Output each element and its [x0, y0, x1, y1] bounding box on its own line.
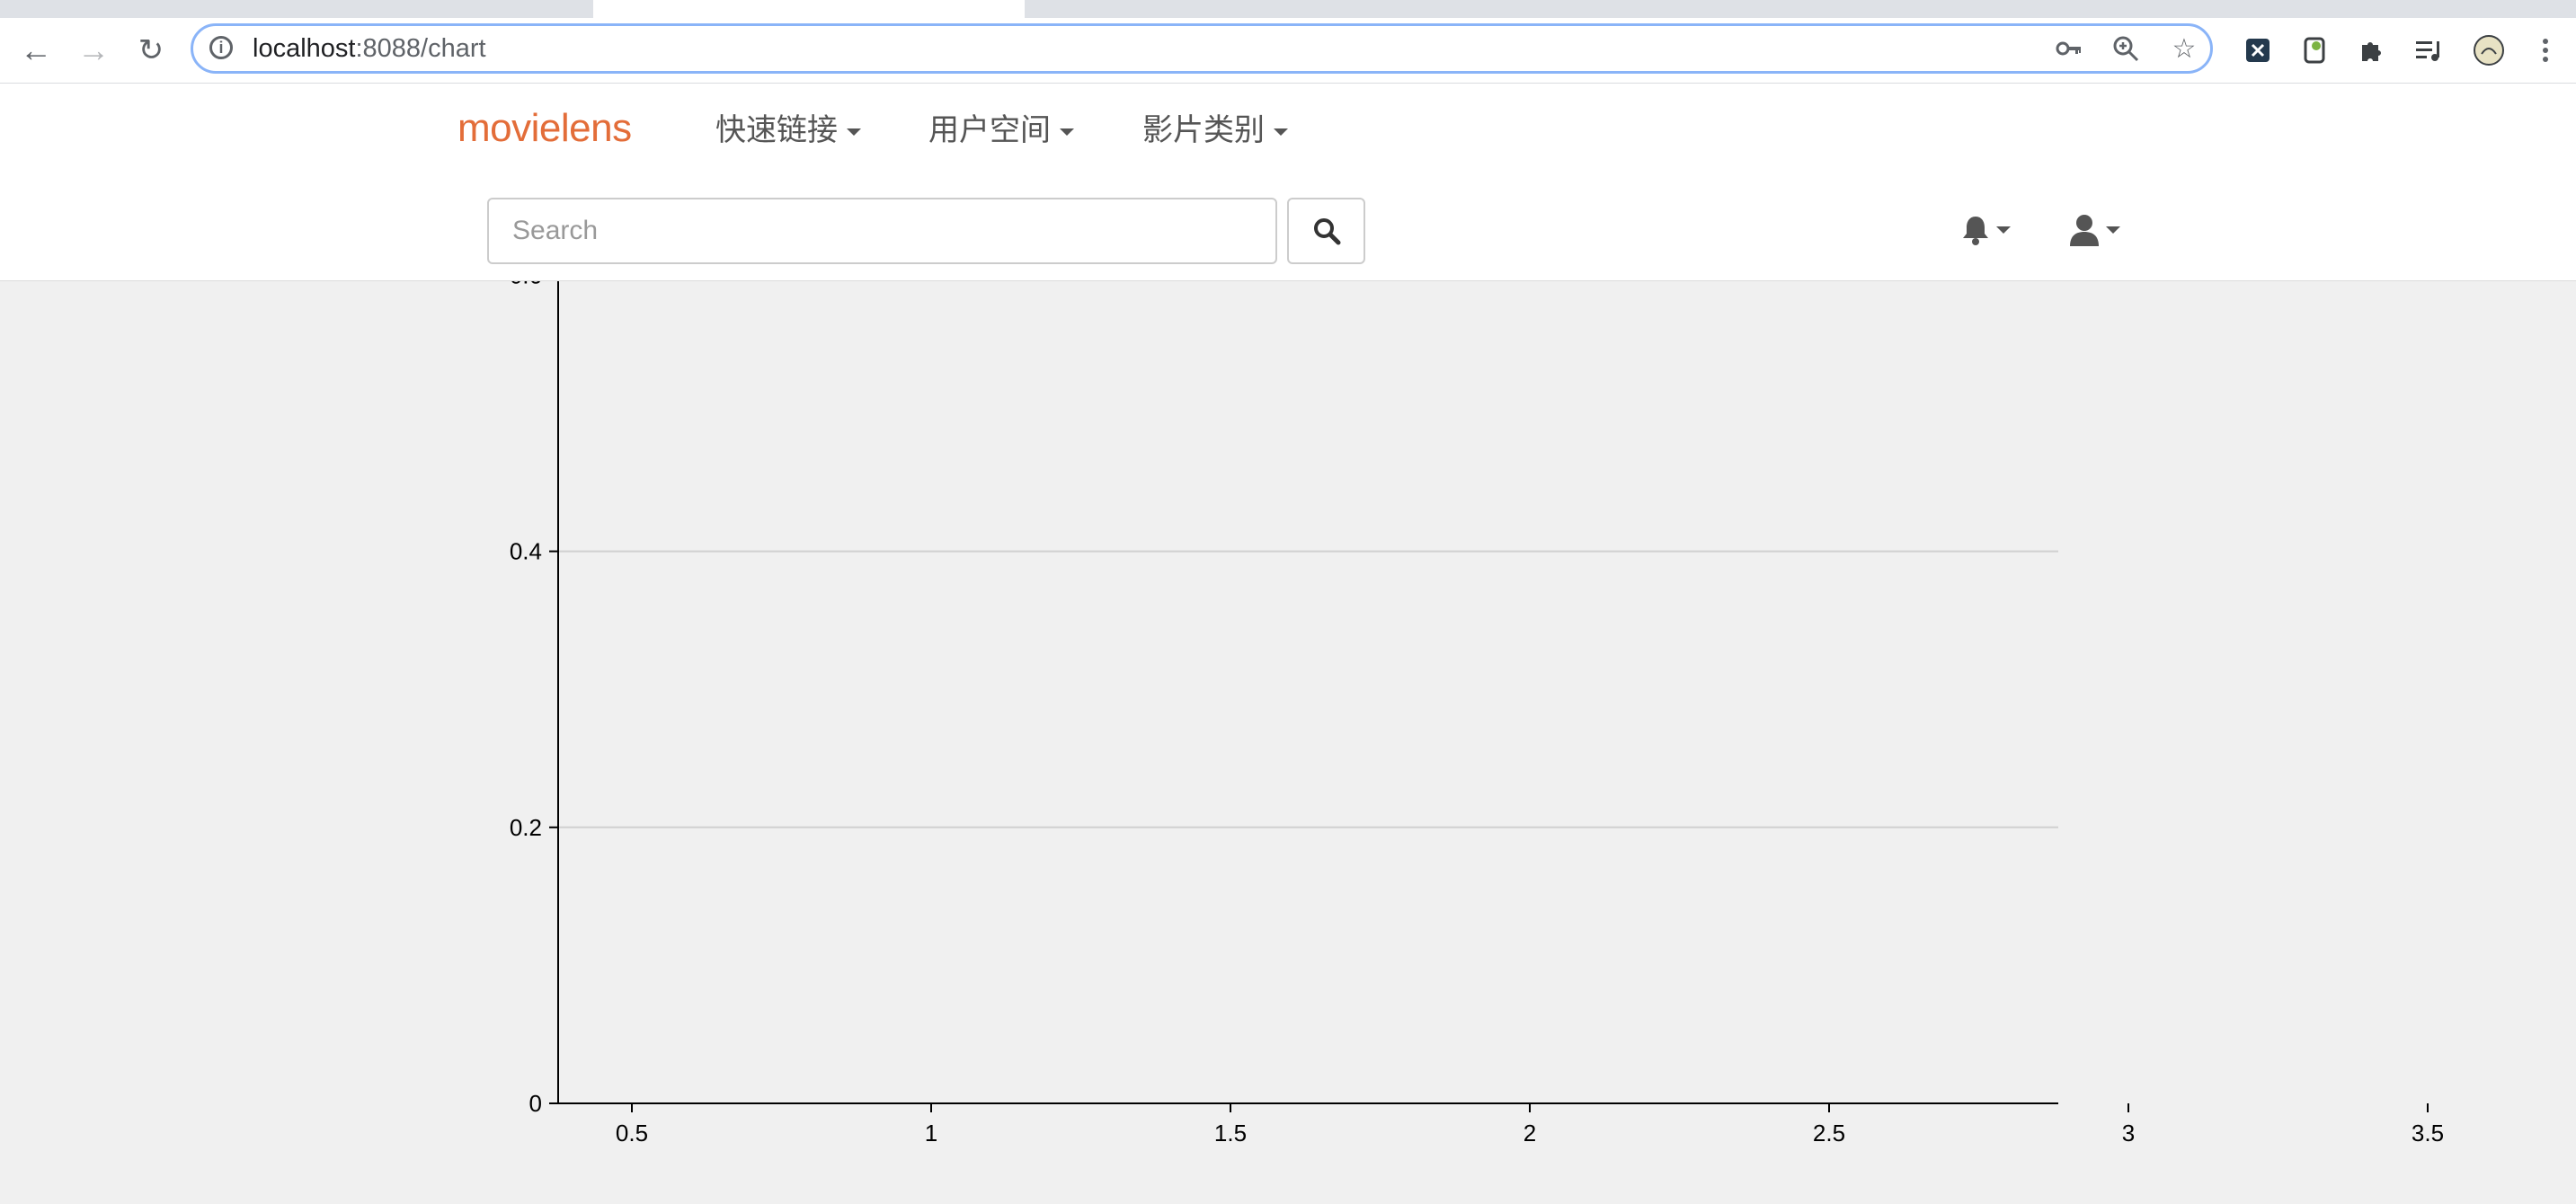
user-dropdown[interactable]: [2068, 209, 2120, 251]
kebab-menu-icon[interactable]: [2529, 34, 2562, 66]
x-tick-label: 1.5: [1214, 1120, 1247, 1146]
search-button[interactable]: [1287, 198, 1365, 264]
y-tick-label: 0.6: [510, 281, 542, 288]
star-icon[interactable]: ☆: [2169, 33, 2199, 64]
media-queue-icon[interactable]: [2413, 34, 2446, 66]
menu-genres-label: 影片类别: [1142, 113, 1265, 147]
profile-avatar-icon[interactable]: [2473, 34, 2505, 66]
y-tick-label: 0.2: [510, 814, 542, 841]
site-navbar: movielens 快速链接 用户空间 影片类别: [0, 84, 2576, 281]
menu-user-space[interactable]: 用户空间: [928, 112, 1074, 148]
caret-down-icon: [847, 128, 861, 137]
browser-tab-strip: [0, 0, 2576, 18]
caret-down-icon: [1274, 128, 1288, 137]
caret-down-icon: [1060, 128, 1074, 137]
menu-quick-links[interactable]: 快速链接: [715, 112, 861, 148]
url-text[interactable]: localhost:8088/chart: [253, 35, 486, 62]
x-tick-label: 3: [2122, 1120, 2135, 1146]
x-tick-label: 2: [1523, 1120, 1536, 1146]
reload-icon[interactable]: ↻: [131, 31, 171, 70]
bell-icon: [1963, 217, 1988, 245]
forward-arrow-icon[interactable]: →: [74, 31, 113, 70]
caret-down-icon: [2106, 226, 2120, 234]
menu-genres[interactable]: 影片类别: [1142, 112, 1288, 148]
zoom-icon[interactable]: [2110, 33, 2141, 64]
search-input[interactable]: [487, 198, 1277, 264]
browser-toolbar: ← → ↻ i localhost:8088/chart ☆: [0, 18, 2576, 84]
x-tick-label: 3.5: [2412, 1120, 2444, 1146]
x-tick-label: 0.5: [616, 1120, 648, 1146]
x-tick-label: 2.5: [1813, 1120, 1845, 1146]
url-path: :8088/chart: [355, 34, 486, 63]
puzzle-icon[interactable]: [2356, 34, 2388, 66]
caret-down-icon: [1996, 226, 2011, 234]
url-host: localhost: [253, 34, 356, 63]
y-tick-label: 0.4: [510, 538, 542, 565]
y-tick-label: 0: [529, 1090, 542, 1117]
x-tick-label: 1: [925, 1120, 937, 1146]
extension-x-icon[interactable]: [2242, 34, 2274, 66]
chart-area: 00.20.40.60.511.522.533.544.55: [0, 281, 2576, 1204]
menu-quick-links-label: 快速链接: [715, 113, 838, 147]
browser-tab-active[interactable]: [593, 0, 1025, 18]
back-arrow-icon[interactable]: ←: [16, 31, 56, 70]
notifications-dropdown[interactable]: [1960, 209, 2011, 251]
user-icon: [2070, 215, 2099, 246]
rating-histogram-chart: 00.20.40.60.511.522.533.544.55: [510, 281, 2444, 1146]
menu-user-space-label: 用户空间: [928, 113, 1051, 147]
address-bar[interactable]: i localhost:8088/chart ☆: [191, 23, 2213, 74]
extension-badge-icon[interactable]: [2298, 34, 2331, 66]
movielens-logo[interactable]: movielens: [457, 102, 632, 155]
search-icon: [1313, 218, 1340, 245]
info-icon[interactable]: i: [209, 36, 233, 59]
key-icon[interactable]: [2054, 33, 2084, 64]
